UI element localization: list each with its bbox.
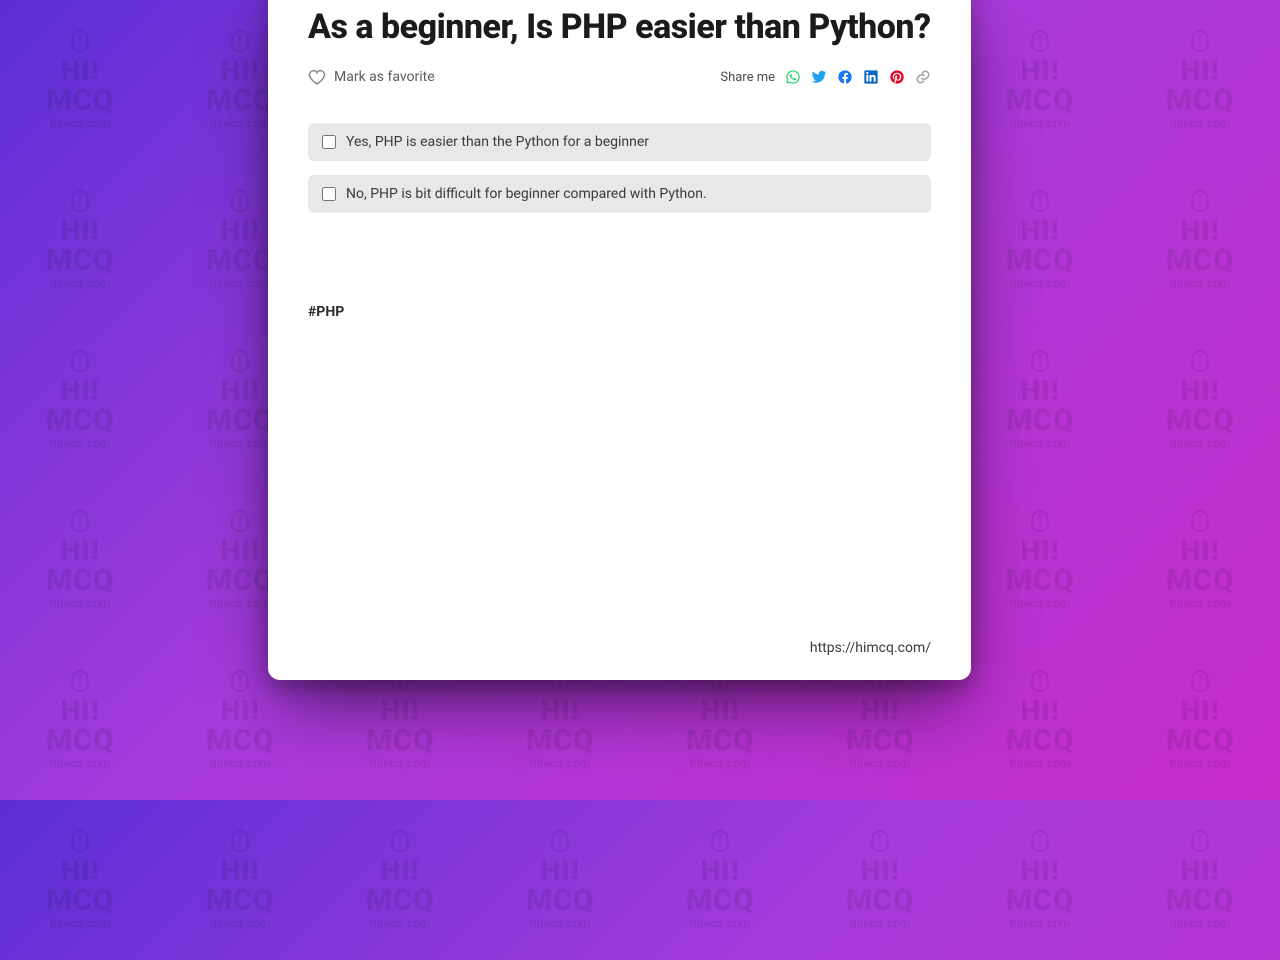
share-icons <box>785 69 931 85</box>
option-checkbox[interactable] <box>322 187 336 201</box>
share-label: Share me <box>720 70 775 85</box>
option-label: Yes, PHP is easier than the Python for a… <box>346 134 649 150</box>
question-title: As a beginner, Is PHP easier than Python… <box>308 7 931 47</box>
facebook-icon[interactable] <box>837 69 853 85</box>
pinterest-icon[interactable] <box>889 69 905 85</box>
tag-row: #PHP <box>308 301 931 320</box>
whatsapp-icon[interactable] <box>785 69 801 85</box>
copy-link-icon[interactable] <box>915 69 931 85</box>
option-row[interactable]: No, PHP is bit difficult for beginner co… <box>308 175 931 213</box>
tag-php[interactable]: #PHP <box>308 304 344 320</box>
option-label: No, PHP is bit difficult for beginner co… <box>346 186 707 202</box>
linkedin-icon[interactable] <box>863 69 879 85</box>
twitter-icon[interactable] <box>811 69 827 85</box>
favorite-toggle[interactable]: Mark as favorite <box>308 69 435 85</box>
meta-row: Mark as favorite Share me <box>308 69 931 85</box>
option-checkbox[interactable] <box>322 135 336 149</box>
favorite-label: Mark as favorite <box>334 69 435 85</box>
option-row[interactable]: Yes, PHP is easier than the Python for a… <box>308 123 931 161</box>
question-card: As a beginner, Is PHP easier than Python… <box>268 0 971 680</box>
share-block: Share me <box>720 69 931 85</box>
heart-icon <box>308 69 326 85</box>
options-list: Yes, PHP is easier than the Python for a… <box>308 123 931 213</box>
card-footer-url: https://himcq.com/ <box>308 640 931 656</box>
